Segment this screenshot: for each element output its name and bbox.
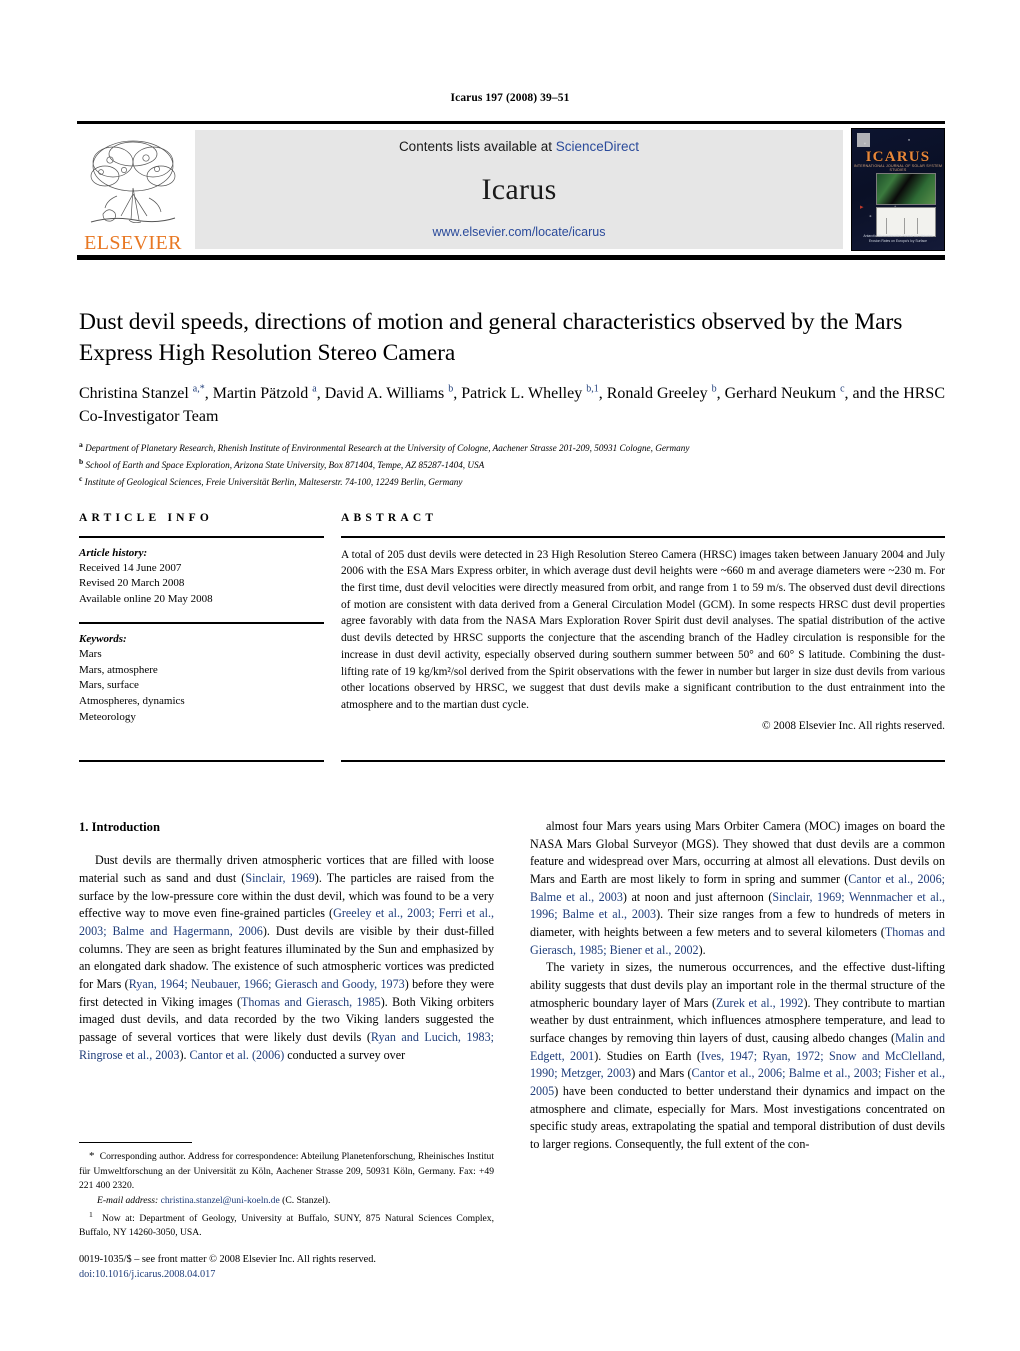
keyword-item: Atmospheres, dynamics	[79, 695, 185, 708]
paper-page: Icarus 197 (2008) 39–51 ELSEVIER Content…	[0, 0, 1020, 1351]
cover-elsevier-mark-icon	[857, 133, 870, 147]
affiliation-item: a Department of Planetary Research, Rhen…	[79, 439, 945, 456]
affiliation-list: a Department of Planetary Research, Rhen…	[79, 439, 945, 490]
journal-name: Icarus	[481, 172, 557, 206]
article-history-item: Received 14 June 2007	[79, 561, 182, 574]
abstract-column: ABSTRACT A total of 205 dust devils were…	[341, 512, 945, 732]
body-column-left: 1. Introduction Dust devils are thermall…	[79, 818, 494, 1153]
affiliation-text: School of Earth and Space Exploration, A…	[85, 459, 485, 470]
article-info-heading: ARTICLE INFO	[79, 512, 214, 524]
affiliation-text: Department of Planetary Research, Rhenis…	[85, 442, 690, 453]
info-abstract-region: ARTICLE INFO Article history: Received 1…	[79, 512, 945, 732]
footnote-present-address: 1 Now at: Department of Geology, Univers…	[79, 1210, 494, 1239]
keyword-item: Meteorology	[79, 710, 136, 723]
keyword-item: Mars, surface	[79, 679, 139, 692]
journal-url-link[interactable]: www.elsevier.com/locate/icarus	[433, 225, 606, 239]
footnote-region: * Corresponding author. Address for corr…	[79, 1142, 494, 1242]
body-paragraph: Dust devils are thermally driven atmosph…	[79, 853, 495, 1062]
footnote-corresponding-author: * Corresponding author. Address for corr…	[79, 1150, 494, 1191]
journal-header-band: ELSEVIER Contents lists available at Sci…	[77, 121, 945, 260]
abstract-copyright: © 2008 Elsevier Inc. All rights reserved…	[761, 719, 945, 732]
contents-available-line: Contents lists available at ScienceDirec…	[399, 139, 639, 154]
imprint-front-matter: 0019-1035/$ – see front matter © 2008 El…	[79, 1254, 376, 1265]
keyword-item: Mars, atmosphere	[79, 663, 158, 676]
journal-cover-thumbnail: ICARUS INTERNATIONAL JOURNAL OF SOLAR SY…	[851, 128, 945, 251]
affiliation-mark: c	[79, 473, 83, 483]
article-info-column: ARTICLE INFO Article history: Received 1…	[79, 512, 324, 732]
body-column-right: almost four Mars years using Mars Orbite…	[530, 818, 945, 1153]
cover-caption-line2: Erosion Rates on Europa's Icy Surface	[868, 238, 928, 243]
cover-subtitle: INTERNATIONAL JOURNAL OF SOLAR SYSTEM ST…	[853, 164, 943, 172]
header-bottom-rule	[77, 255, 945, 260]
cover-plot-lower	[876, 207, 936, 237]
keyword-item: Mars	[79, 647, 102, 660]
elsevier-tree-icon	[90, 140, 176, 224]
page-title: Dust devil speeds, directions of motion …	[79, 309, 903, 367]
affiliation-mark: a	[79, 439, 83, 449]
body-paragraph: The variety in sizes, the numerous occur…	[530, 960, 945, 1151]
footnote-rule	[79, 1142, 192, 1144]
cover-caption: Antarctic Micrometeorites Reveal Ice His…	[852, 234, 944, 244]
sciencedirect-link[interactable]: ScienceDirect	[556, 139, 639, 154]
elsevier-wordmark: ELSEVIER	[84, 232, 182, 254]
affiliation-text: Institute of Geological Sciences, Freie …	[84, 476, 463, 487]
affiliation-item: c Institute of Geological Sciences, Frei…	[79, 473, 945, 490]
article-history-item: Available online 20 May 2008	[79, 593, 213, 606]
title-block: Dust devil speeds, directions of motion …	[79, 307, 945, 490]
abstract-heading: ABSTRACT	[341, 512, 438, 524]
article-info-bottom-rule	[79, 760, 324, 763]
imprint-region: 0019-1035/$ – see front matter © 2008 El…	[79, 1252, 499, 1283]
contents-panel: Contents lists available at ScienceDirec…	[195, 130, 843, 249]
keywords-rule	[79, 622, 324, 624]
body-paragraph: almost four Mars years using Mars Orbite…	[530, 819, 945, 957]
affiliation-item: b School of Earth and Space Exploration,…	[79, 456, 945, 473]
imprint-doi[interactable]: doi:10.1016/j.icarus.2008.04.017	[79, 1267, 499, 1282]
footnote-email: E-mail address: christina.stanzel@uni-ko…	[97, 1195, 331, 1207]
affiliation-mark: b	[79, 456, 84, 466]
abstract-rule	[341, 536, 945, 538]
cover-caption-line1: Antarctic Micrometeorites Reveal Ice His…	[863, 233, 933, 238]
abstract-bottom-rule	[341, 760, 945, 763]
contents-prefix-text: Contents lists available at	[398, 139, 556, 154]
article-info-rule	[79, 536, 324, 538]
column-gap	[324, 512, 341, 732]
body-column-gap	[494, 818, 530, 1153]
elsevier-logo: ELSEVIER	[77, 124, 189, 255]
section-title-introduction: 1. Introduction	[79, 820, 160, 834]
abstract-body: A total of 205 dust devils were detected…	[341, 548, 945, 712]
article-history-label: Article history:	[79, 546, 148, 559]
running-head: Icarus 197 (2008) 39–51	[450, 92, 570, 104]
author-list: Christina Stanzel a,*, Martin Pätzold a,…	[79, 383, 945, 425]
keywords-label: Keywords:	[79, 632, 127, 645]
article-history-item: Revised 20 March 2008	[79, 577, 185, 590]
body-region: 1. Introduction Dust devils are thermall…	[79, 818, 945, 1153]
cover-photo-upper	[876, 173, 936, 205]
cover-accent-mark-icon: ▸	[860, 203, 864, 211]
